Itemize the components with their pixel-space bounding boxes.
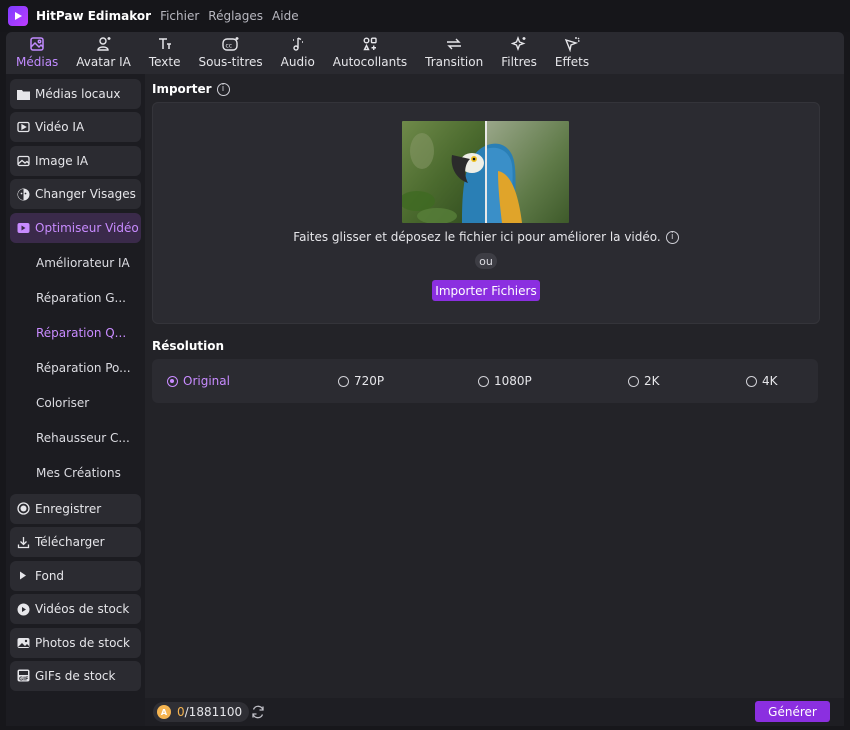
tab-subtitles[interactable]: cc Sous-titres — [198, 32, 263, 74]
menu-help[interactable]: Aide — [272, 9, 299, 23]
info-icon[interactable]: i — [216, 82, 230, 96]
radio-icon — [338, 375, 349, 387]
sidebar-sub-my-creations[interactable]: Mes Créations — [10, 456, 145, 491]
main-toolbar: Médias Avatar IA Texte cc Sous-titres Au… — [6, 32, 844, 74]
app-logo-icon — [8, 6, 28, 26]
resolution-4k-radio[interactable]: 4K — [746, 374, 778, 388]
resolution-720p-radio[interactable]: 720P — [338, 374, 384, 388]
sidebar: Médias locaux Vidéo IA Image IA Changer … — [6, 74, 145, 726]
bottom-bar: A 0 /1881100 Générer — [145, 698, 844, 726]
sidebar-sub-ai-enhancer[interactable]: Améliorateur IA — [10, 246, 145, 281]
avatar-icon — [96, 35, 112, 53]
import-section-title: Importer i — [152, 82, 230, 96]
sidebar-item-ai-video[interactable]: Vidéo IA — [10, 112, 141, 143]
sidebar-sub-repair-q[interactable]: Réparation Q... — [10, 316, 145, 351]
download-icon — [16, 535, 30, 549]
tab-media[interactable]: Médias — [16, 32, 58, 74]
sidebar-item-stock-gifs[interactable]: GIF GIFs de stock — [10, 660, 141, 691]
sidebar-sub-colorize[interactable]: Coloriser — [10, 386, 145, 421]
svg-text:cc: cc — [225, 43, 232, 50]
sidebar-item-ai-image[interactable]: Image IA — [10, 145, 141, 176]
tab-effects[interactable]: Effets — [555, 32, 589, 74]
audio-icon — [290, 35, 306, 53]
video-enhancer-icon — [16, 221, 30, 235]
face-swap-icon — [16, 187, 30, 201]
stock-photo-icon — [16, 636, 30, 650]
menu-file[interactable]: Fichier — [160, 9, 199, 23]
sidebar-sub-repair-po[interactable]: Réparation Po... — [10, 351, 145, 386]
media-icon — [29, 35, 45, 53]
sidebar-item-record[interactable]: Enregistrer — [10, 493, 141, 524]
generate-button[interactable]: Générer — [755, 701, 830, 722]
folder-icon — [16, 87, 30, 101]
stickers-icon — [362, 35, 378, 53]
tab-ai-avatar[interactable]: Avatar IA — [76, 32, 131, 74]
effects-icon — [564, 35, 580, 53]
ai-video-icon — [16, 120, 30, 134]
tab-text[interactable]: Texte — [149, 32, 180, 74]
sidebar-item-background[interactable]: Fond — [10, 560, 141, 591]
drop-info-icon[interactable]: i — [665, 230, 679, 244]
radio-icon — [746, 375, 757, 387]
resolution-section-title: Résolution — [152, 339, 225, 353]
resolution-2k-radio[interactable]: 2K — [628, 374, 660, 388]
main-panel: Importer i Faites glisser et déposez le … — [145, 74, 844, 698]
sidebar-sub-enhancer-c[interactable]: Rehausseur C... — [10, 421, 145, 456]
subtitles-icon: cc — [221, 35, 240, 53]
transition-icon — [445, 35, 463, 53]
drop-instructions: Faites glisser et déposez le fichier ici… — [153, 230, 819, 244]
stock-video-icon — [16, 602, 30, 616]
or-separator: ou — [475, 253, 497, 269]
coin-icon: A — [157, 705, 171, 719]
refresh-icon[interactable] — [251, 705, 265, 719]
tab-stickers[interactable]: Autocollants — [333, 32, 407, 74]
text-icon — [157, 35, 173, 53]
record-icon — [16, 502, 30, 516]
tab-transition[interactable]: Transition — [425, 32, 483, 74]
svg-text:GIF: GIF — [19, 677, 28, 683]
credits-counter: A 0 /1881100 — [153, 702, 250, 722]
preview-image — [402, 121, 569, 223]
radio-icon — [478, 375, 489, 387]
drop-zone[interactable]: Faites glisser et déposez le fichier ici… — [152, 102, 820, 324]
import-files-button[interactable]: Importer Fichiers — [432, 280, 540, 301]
app-title: HitPaw Edimakor — [36, 9, 152, 23]
resolution-original-radio[interactable]: Original — [167, 374, 230, 388]
sidebar-item-download[interactable]: Télécharger — [10, 527, 141, 558]
radio-icon — [628, 375, 639, 387]
menu-settings[interactable]: Réglages — [208, 9, 263, 23]
tab-filters[interactable]: Filtres — [501, 32, 537, 74]
sidebar-item-face-swap[interactable]: Changer Visages — [10, 179, 141, 210]
sidebar-item-stock-photos[interactable]: Photos de stock — [10, 627, 141, 658]
resolution-1080p-radio[interactable]: 1080P — [478, 374, 532, 388]
radio-selected-icon — [167, 375, 178, 387]
tab-audio[interactable]: Audio — [281, 32, 315, 74]
ai-image-icon — [16, 154, 30, 168]
title-bar: HitPaw Edimakor Fichier Réglages Aide — [0, 0, 850, 32]
resolution-options: Original 720P 1080P 2K 4K — [152, 359, 818, 403]
filters-icon — [511, 35, 527, 53]
sidebar-item-local-media[interactable]: Médias locaux — [10, 79, 141, 109]
sidebar-sub-repair-g[interactable]: Réparation G... — [10, 281, 145, 316]
play-triangle-icon — [16, 569, 30, 583]
sidebar-item-video-optimizer[interactable]: Optimiseur Vidéo — [10, 212, 141, 243]
sidebar-item-stock-videos[interactable]: Vidéos de stock — [10, 594, 141, 625]
gif-icon: GIF — [16, 669, 30, 683]
